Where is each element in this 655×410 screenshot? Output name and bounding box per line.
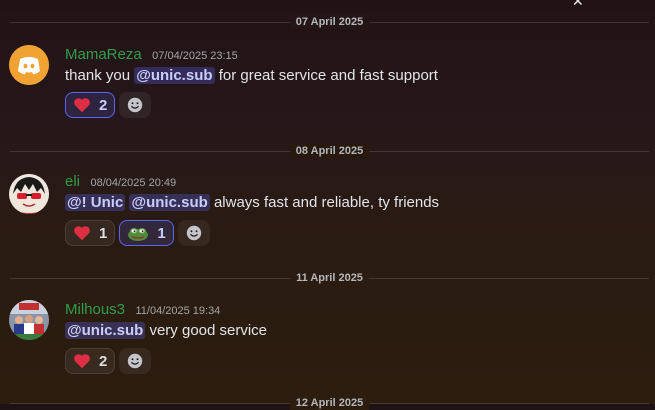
discord-logo-icon — [9, 45, 49, 85]
reactions-bar: 2 — [65, 92, 152, 120]
timestamp: 11/04/2025 19:34 — [135, 305, 221, 317]
message-text-segment: thank you — [65, 67, 131, 84]
date-divider-label: 12 April 2025 — [289, 396, 370, 410]
message-text: @unic.sub very good service — [65, 320, 645, 342]
pepe-frog-icon — [128, 228, 149, 241]
add-reaction-button[interactable] — [119, 92, 152, 118]
message-text-segment: very good service — [149, 322, 268, 339]
message-text-segment: for great service and fast support — [218, 67, 438, 84]
date-divider-label: 07 April 2025 — [289, 15, 370, 29]
close-icon[interactable]: ✕ — [572, 0, 584, 8]
reaction-count: 1 — [99, 224, 108, 242]
timestamp: 08/04/2025 20:49 — [90, 177, 177, 189]
date-divider: 07 April 2025 — [10, 15, 649, 29]
add-reaction-button[interactable] — [177, 220, 210, 246]
message-text: @! Unic @unic.sub always fast and reliab… — [65, 192, 645, 214]
smiley-add-icon — [128, 353, 143, 369]
reaction-count: 2 — [99, 352, 108, 370]
username[interactable]: MamaReza — [65, 46, 142, 63]
message-content: Milhous3 11/04/2025 19:34 @unic.sub very… — [65, 300, 645, 342]
reaction-heart[interactable]: 2 — [65, 92, 116, 118]
message-content: eli 08/04/2025 20:49 @! Unic @unic.sub a… — [65, 172, 645, 214]
role-mention[interactable]: @! Unic — [65, 194, 126, 211]
message-text-segment: always fast and reliable, ty friends — [213, 194, 440, 211]
user-mention[interactable]: @unic.sub — [134, 67, 215, 84]
heart-icon — [74, 98, 90, 113]
reactions-bar: 1 1 — [65, 220, 210, 248]
smiley-add-icon — [186, 225, 201, 241]
reaction-count: 2 — [99, 96, 108, 114]
message-text: thank you @unic.sub for great service an… — [65, 65, 645, 87]
username[interactable]: Milhous3 — [65, 301, 125, 318]
username[interactable]: eli — [65, 173, 80, 190]
reaction-heart[interactable]: 2 — [65, 348, 116, 374]
date-divider: 11 April 2025 — [10, 271, 649, 285]
smiley-add-icon — [128, 97, 143, 113]
heart-icon — [74, 226, 90, 241]
user-mention[interactable]: @unic.sub — [129, 194, 210, 211]
message-content: MamaReza 07/04/2025 23:15 thank you @uni… — [65, 45, 645, 87]
anime-avatar-icon — [9, 174, 49, 214]
date-divider-label: 11 April 2025 — [290, 271, 369, 285]
reaction-heart[interactable]: 1 — [65, 220, 116, 246]
timestamp: 07/04/2025 23:15 — [152, 50, 238, 62]
avatar[interactable] — [9, 45, 49, 85]
heart-icon — [74, 354, 90, 369]
add-reaction-button[interactable] — [119, 348, 152, 374]
date-divider-label: 08 April 2025 — [289, 144, 370, 158]
date-divider: 08 April 2025 — [10, 144, 649, 158]
reaction-pepe[interactable]: 1 — [119, 220, 174, 246]
reaction-count: 1 — [157, 224, 166, 242]
user-mention[interactable]: @unic.sub — [65, 322, 146, 339]
avatar[interactable] — [9, 174, 49, 214]
reactions-bar: 2 — [65, 348, 152, 376]
group-photo-avatar-icon — [9, 300, 49, 340]
avatar[interactable] — [9, 300, 49, 340]
